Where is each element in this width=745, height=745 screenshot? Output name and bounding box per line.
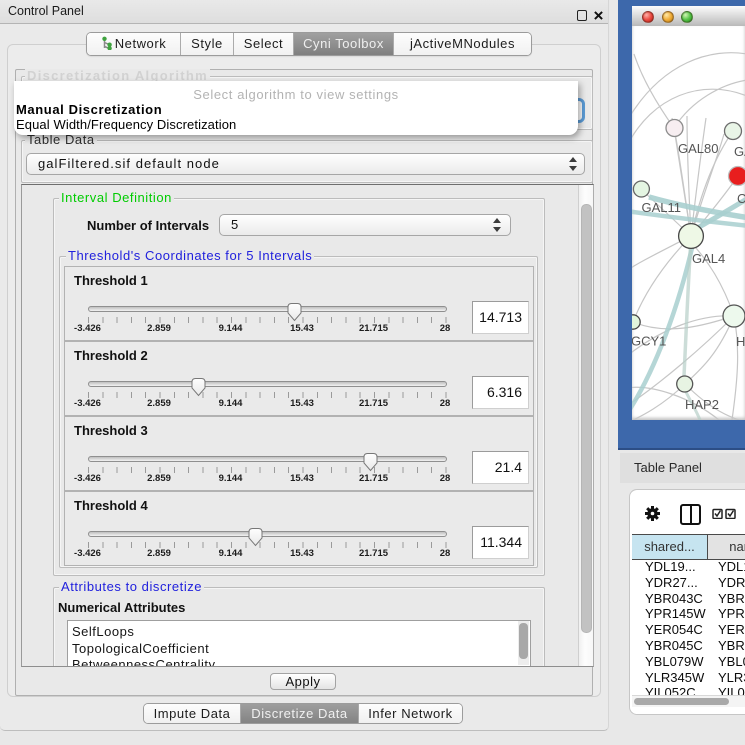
svg-text:HAP2: HAP2 — [685, 397, 719, 412]
svg-text:GCY1: GCY1 — [632, 334, 666, 349]
svg-text:H: H — [736, 334, 745, 349]
svg-text:C: C — [737, 191, 745, 206]
svg-text:GAL11: GAL11 — [642, 200, 682, 215]
svg-text:GA: GA — [734, 144, 745, 159]
svg-text:GAL80: GAL80 — [678, 141, 718, 156]
svg-text:GAL4: GAL4 — [692, 251, 725, 266]
